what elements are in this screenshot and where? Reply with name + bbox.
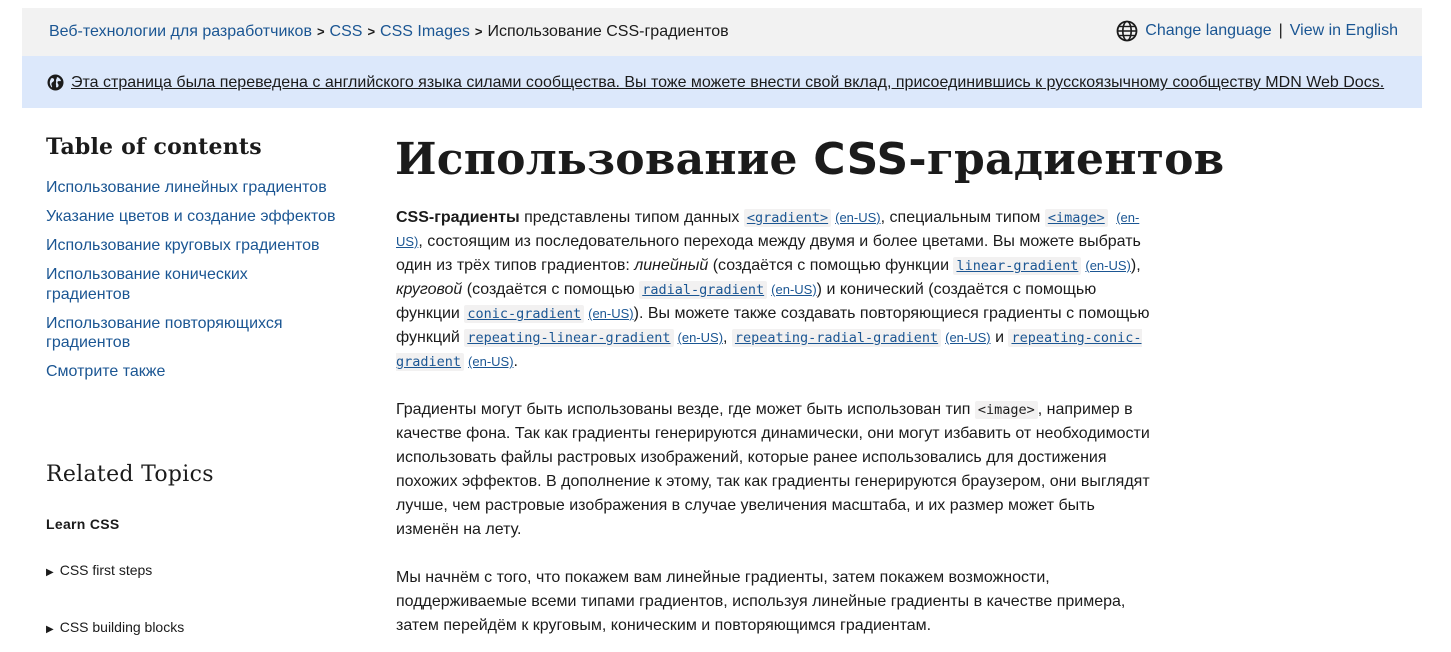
text-run: , например в качестве фона. Так как град… — [396, 401, 1150, 538]
title-part: Использование — [395, 134, 814, 185]
toc-item: Указание цветов и создание эффектов — [46, 207, 336, 227]
emphasis: линейный — [634, 257, 709, 274]
text-run: представлены типом данных — [519, 209, 744, 226]
gradient-type-link[interactable]: <gradient> — [743, 209, 832, 227]
en-us-link[interactable]: (en-US) — [771, 282, 817, 297]
overview-paragraph: Мы начнём с того, что покажем вам линейн… — [396, 569, 1126, 634]
text-run: Градиенты могут быть использованы везде,… — [396, 401, 975, 418]
toc-link-repeating[interactable]: Использование повторяющихся градиентов — [46, 315, 283, 352]
text-run: . — [513, 353, 518, 370]
toc-item: Использование круговых градиентов — [46, 236, 336, 256]
title-css-word: CSS — [813, 134, 909, 185]
title-part: -градиентов — [908, 134, 1225, 185]
toc-link-linear[interactable]: Использование линейных градиентов — [46, 179, 327, 196]
text-run: , специальным типом — [880, 209, 1045, 226]
bold-term: CSS-градиенты — [396, 209, 520, 226]
community-notice-link[interactable]: Эта страница была переведена с английско… — [71, 73, 1384, 92]
toc-link-see-also[interactable]: Смотрите также — [46, 363, 165, 380]
breadcrumb-link-css-images[interactable]: CSS Images — [380, 23, 470, 41]
toc-link-radial[interactable]: Использование круговых градиентов — [46, 237, 320, 254]
change-language-link[interactable]: Change language — [1145, 22, 1271, 40]
disclosure-label: CSS first steps — [59, 562, 153, 578]
en-us-link[interactable]: (en-US) — [468, 354, 514, 369]
view-in-english-link[interactable]: View in English — [1290, 22, 1398, 40]
triangle-right-icon: ▶ — [46, 567, 54, 578]
top-navigation-bar: Веб-технологии для разработчиков > CSS >… — [22, 8, 1422, 56]
repeating-radial-gradient-link[interactable]: repeating-radial-gradient — [731, 329, 942, 347]
disclosure-css-building-blocks[interactable]: ▶ CSS building blocks — [46, 619, 184, 635]
text-run: и — [990, 329, 1009, 346]
breadcrumb-link-css[interactable]: CSS — [330, 23, 363, 41]
en-us-link[interactable]: (en-US) — [678, 330, 724, 345]
translation-notice: Эта страница была переведена с английско… — [22, 56, 1422, 108]
toc-link-conic[interactable]: Использование конических градиентов — [46, 266, 248, 303]
globe-icon[interactable] — [1116, 20, 1138, 42]
disclosure-css-first-steps[interactable]: ▶ CSS first steps — [46, 562, 152, 578]
conic-gradient-link[interactable]: conic-gradient — [464, 305, 585, 323]
breadcrumb-separator: > — [474, 24, 483, 39]
language-divider: | — [1278, 22, 1283, 39]
en-us-link[interactable]: (en-US) — [588, 306, 634, 321]
text-run: (создаётся с помощью — [462, 281, 640, 298]
toc-item: Использование повторяющихся градиентов — [46, 314, 336, 353]
repeating-linear-gradient-link[interactable]: repeating-linear-gradient — [464, 329, 674, 347]
en-us-link[interactable]: (en-US) — [1085, 258, 1131, 273]
intro-paragraph: CSS-градиенты представлены типом данных … — [396, 206, 1156, 374]
learn-css-heading: Learn CSS — [46, 516, 120, 532]
triangle-right-icon: ▶ — [46, 624, 54, 635]
text-run: ), — [1130, 257, 1141, 274]
page-title: Использование CSS-градиентов — [395, 132, 1224, 188]
radial-gradient-link[interactable]: radial-gradient — [639, 281, 768, 299]
globe-filled-icon — [47, 74, 64, 91]
breadcrumb-link-web-tech[interactable]: Веб-технологии для разработчиков — [49, 23, 312, 41]
breadcrumb: Веб-технологии для разработчиков > CSS >… — [49, 23, 729, 41]
usage-paragraph: Градиенты могут быть использованы везде,… — [396, 398, 1156, 542]
toc-link-colors[interactable]: Указание цветов и создание эффектов — [46, 208, 335, 225]
disclosure-label: CSS building blocks — [59, 619, 185, 635]
related-topics-heading: Related Topics — [46, 462, 214, 487]
en-us-link[interactable]: (en-US) — [945, 330, 991, 345]
text-run: (создаётся с помощью функции — [708, 257, 954, 274]
toc-heading: Table of contents — [46, 134, 262, 160]
breadcrumb-separator: > — [367, 24, 376, 39]
linear-gradient-link[interactable]: linear-gradient — [953, 257, 1082, 275]
toc-item: Использование конических градиентов — [46, 265, 336, 304]
toc-item: Использование линейных градиентов — [46, 178, 336, 198]
emphasis: круговой — [396, 281, 463, 298]
toc-item: Смотрите также — [46, 362, 336, 382]
toc-list: Использование линейных градиентов Указан… — [46, 178, 336, 391]
language-switcher: Change language | View in English — [1116, 20, 1398, 42]
en-us-link[interactable]: (en-US) — [835, 210, 881, 225]
text-run: , — [723, 329, 732, 346]
breadcrumb-current: Использование CSS-градиентов — [487, 23, 729, 40]
image-type-link[interactable]: <image> — [1044, 209, 1108, 227]
inline-code: <image> — [974, 401, 1038, 419]
breadcrumb-separator: > — [316, 24, 325, 39]
